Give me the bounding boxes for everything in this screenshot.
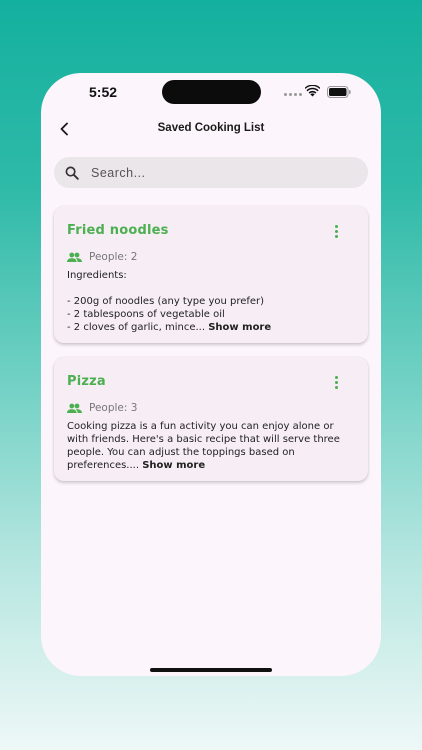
show-more-link[interactable]: Show more: [142, 460, 205, 471]
people-label: People: 3: [89, 402, 138, 414]
status-time: 5:52: [89, 84, 118, 100]
recipe-preview: Ingredients: - 200g of noodles (any type…: [67, 269, 356, 334]
more-vert-icon[interactable]: [332, 223, 340, 239]
recipe-preview: Cooking pizza is a fun activity you can …: [67, 420, 356, 472]
people-icon: [67, 403, 82, 414]
app-header: Saved Cooking List: [41, 113, 381, 145]
search-bar[interactable]: [54, 157, 368, 188]
dynamic-island: [162, 80, 261, 104]
people-count: People: 2: [67, 251, 137, 263]
phone-screen: 5:52 Saved Cooking List Search... Fried …: [41, 73, 381, 676]
more-vert-icon[interactable]: [332, 374, 340, 390]
recipe-card[interactable]: Pizza People: 3 Cooking pizza is a fun a…: [54, 357, 368, 481]
show-more-link[interactable]: Show more: [208, 322, 271, 333]
recipe-card[interactable]: Fried noodles People: 2 Ingredients: - 2…: [54, 206, 368, 343]
search-icon: [65, 166, 79, 180]
people-count: People: 3: [67, 402, 137, 414]
page-title: Saved Cooking List: [157, 122, 265, 134]
people-label: People: 2: [89, 251, 138, 263]
home-indicator[interactable]: [150, 668, 272, 672]
search-input[interactable]: [91, 165, 341, 180]
recipe-title: Fried noodles: [67, 223, 169, 238]
people-icon: [67, 252, 82, 263]
signal-icon: [284, 93, 302, 96]
recipe-title: Pizza: [67, 374, 106, 389]
wifi-icon: [305, 85, 320, 97]
battery-icon: [327, 86, 351, 98]
status-bar: 5:52: [41, 73, 381, 113]
